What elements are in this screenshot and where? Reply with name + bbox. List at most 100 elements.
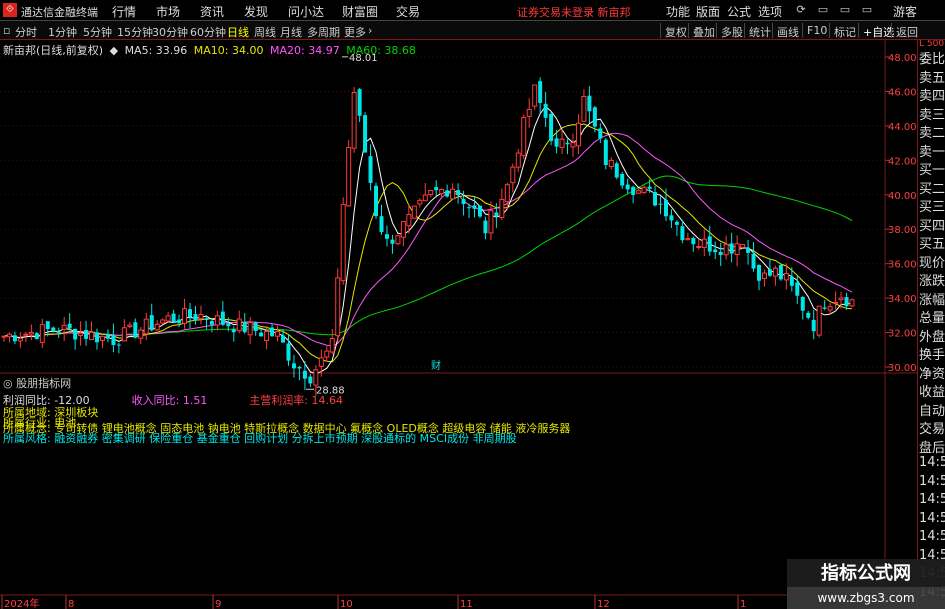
draw-line-button[interactable]: 画线	[772, 23, 802, 39]
side-panel-item[interactable]: 盘后	[919, 437, 945, 456]
period-multi[interactable]: 多周期	[307, 24, 340, 40]
candle-body	[226, 323, 231, 327]
candle-body	[740, 244, 746, 248]
menu-quotes[interactable]: 行情	[112, 3, 136, 20]
menu-layout[interactable]: 版面	[696, 3, 720, 20]
candle-body	[608, 159, 614, 168]
candle-body	[565, 142, 570, 145]
menu-options[interactable]: 选项	[758, 3, 782, 20]
side-panel-item[interactable]: 卖四	[919, 85, 945, 104]
period-more[interactable]: 更多	[344, 24, 366, 40]
gear-icon[interactable]: ◆	[110, 44, 118, 57]
side-panel-item[interactable]: 卖五	[919, 67, 945, 86]
side-panel-item[interactable]: 14:5	[919, 511, 945, 526]
side-panel-item[interactable]: 现价	[919, 252, 945, 271]
period-30min[interactable]: 30分钟	[152, 24, 188, 40]
quote-side-panel: L 500 委比 卖五 卖四 卖三 卖二 卖一 买一 买二 买三 买四 买五 现价 涨跌 涨幅 总量 外盘 换手…	[917, 40, 945, 609]
indicator-icon[interactable]: ◎	[3, 377, 13, 390]
candle-body	[554, 138, 559, 147]
minimize-icon[interactable]: ▭	[816, 3, 830, 17]
side-panel-item[interactable]: 委比	[919, 48, 945, 67]
side-panel-item[interactable]: 买二	[919, 178, 945, 197]
period-5min[interactable]: 5分钟	[83, 24, 112, 40]
side-panel-item[interactable]: 总量	[919, 307, 945, 326]
menu-trade[interactable]: 交易	[396, 3, 420, 20]
side-panel-item[interactable]: 14:5	[919, 529, 945, 544]
login-alert[interactable]: 证券交易未登录 新亩邦	[517, 4, 631, 20]
side-panel-item[interactable]: 买一	[919, 159, 945, 178]
menu-function[interactable]: 功能	[666, 3, 690, 20]
candle-body	[209, 321, 214, 325]
x-tick-label: 12	[597, 599, 610, 609]
menu-assistant[interactable]: 问小达	[288, 3, 324, 20]
side-panel-item[interactable]: 涨跌	[919, 270, 945, 289]
candle-body	[318, 357, 324, 367]
y-tick-label: 40.00	[888, 191, 917, 202]
chevron-right-icon[interactable]: ›	[368, 24, 372, 37]
menu-wealth[interactable]: 财富圈	[342, 3, 378, 20]
menu-formula[interactable]: 公式	[727, 3, 751, 20]
period-15min[interactable]: 15分钟	[117, 24, 153, 40]
side-panel-item[interactable]: 卖二	[919, 122, 945, 141]
multi-stock-button[interactable]: 多股	[716, 23, 746, 39]
candle-body	[89, 331, 95, 341]
candle-body	[253, 322, 258, 331]
restore-rights-button[interactable]: 复权	[660, 23, 690, 39]
side-panel-item[interactable]: 买三	[919, 196, 945, 215]
period-intraday[interactable]: 分时	[15, 24, 37, 40]
period-1min[interactable]: 1分钟	[48, 24, 77, 40]
back-button[interactable]: 返回	[891, 23, 921, 39]
period-weekly[interactable]: 周线	[254, 24, 276, 40]
side-panel-item[interactable]: 收益	[919, 381, 945, 400]
kline-chart[interactable]: 48.00 46.00 44.00 42.00 40.00 38.00 36.00 34.00…	[0, 40, 917, 609]
candle-body	[680, 226, 685, 241]
mark-button[interactable]: 标记	[829, 23, 859, 39]
candle-body	[723, 243, 729, 256]
ma60-line	[3, 175, 853, 339]
guest-label[interactable]: 游客	[893, 3, 917, 20]
side-panel-item[interactable]: 买四	[919, 215, 945, 234]
settings-icon[interactable]: ▭	[838, 3, 852, 17]
refresh-icon[interactable]: ⟳	[794, 3, 808, 17]
side-panel-item[interactable]: 卖一	[919, 141, 945, 160]
side-panel-item[interactable]: 14:5	[919, 492, 945, 507]
candle-body	[133, 322, 138, 338]
menu-discover[interactable]: 发现	[244, 3, 268, 20]
period-monthly[interactable]: 月线	[280, 24, 302, 40]
candle-body	[291, 363, 296, 369]
candle-body	[78, 332, 84, 336]
menu-news[interactable]: 资讯	[200, 3, 224, 20]
toolbar-icon[interactable]: ▫	[3, 24, 10, 37]
side-panel-item[interactable]: 交易	[919, 418, 945, 437]
period-daily[interactable]: 日线	[227, 24, 249, 40]
menu-market[interactable]: 市场	[156, 3, 180, 20]
candle-body	[515, 152, 521, 168]
period-60min[interactable]: 60分钟	[190, 24, 226, 40]
side-panel-item[interactable]: 卖三	[919, 104, 945, 123]
candle-body	[390, 239, 395, 244]
candle-body	[603, 139, 608, 165]
side-panel-item[interactable]: 涨幅	[919, 289, 945, 308]
indicator-title: ◎ 股朋指标网	[3, 377, 72, 390]
side-panel-item[interactable]: 14:5	[919, 474, 945, 489]
overlay-button[interactable]: 叠加	[688, 23, 718, 39]
side-panel-item[interactable]: 14:5	[919, 455, 945, 470]
candle-body	[647, 186, 652, 189]
y-tick-label: 32.00	[888, 329, 917, 340]
side-panel-item[interactable]: 自动	[919, 400, 945, 419]
side-panel-item[interactable]: 净资	[919, 363, 945, 382]
candle-body	[696, 246, 702, 249]
statistics-button[interactable]: 统计	[744, 23, 774, 39]
candle-body	[204, 318, 209, 320]
candle-body	[1, 335, 7, 338]
candle-body	[368, 156, 373, 183]
candle-body	[242, 321, 247, 333]
side-panel-item[interactable]: 换手	[919, 344, 945, 363]
side-panel-item[interactable]: 买五	[919, 233, 945, 252]
candle-body	[761, 272, 767, 280]
f10-button[interactable]: F10	[802, 23, 830, 38]
candle-body	[811, 319, 816, 332]
window-icon[interactable]: ▭	[860, 3, 874, 17]
y-tick-label: 36.00	[888, 260, 917, 271]
side-panel-item[interactable]: 外盘	[919, 326, 945, 345]
